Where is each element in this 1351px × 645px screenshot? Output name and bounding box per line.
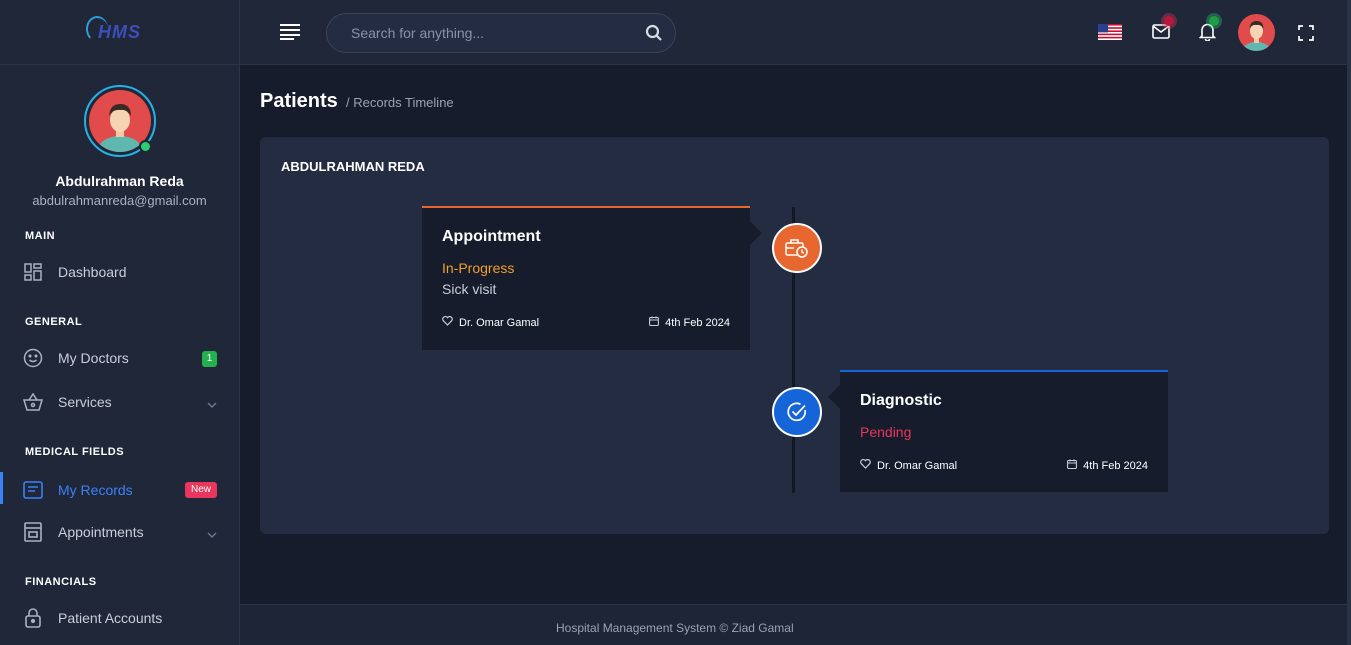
- sidebar-item-patient-accounts[interactable]: Patient Accounts: [0, 600, 239, 636]
- chevron-down-icon: [207, 526, 217, 542]
- us-flag-icon[interactable]: [1098, 24, 1122, 40]
- sidebar-item-my-records[interactable]: My Records New: [0, 472, 239, 508]
- search-bar: [326, 13, 676, 53]
- sidebar-item-label: Patient Accounts: [58, 610, 163, 626]
- section-financials: FINANCIALS: [25, 576, 97, 588]
- avatar[interactable]: [1238, 14, 1275, 51]
- section-main: MAIN: [25, 230, 56, 242]
- date-text: 4th Feb 2024: [665, 316, 730, 329]
- mail-icon[interactable]: [1152, 16, 1174, 44]
- check-circle-icon: [772, 387, 822, 437]
- entry-pointer: [828, 385, 840, 409]
- user-email: abdulrahmanreda@gmail.com: [32, 193, 207, 208]
- bell-notification-dot: [1209, 16, 1219, 26]
- timeline-entry-appointment[interactable]: Appointment In-Progress Sick visit Dr. O…: [422, 206, 750, 350]
- records-icon: [23, 480, 43, 500]
- date-text: 4th Feb 2024: [1083, 459, 1148, 472]
- lock-icon: [23, 608, 43, 628]
- basket-icon: [23, 392, 43, 412]
- patient-name-heading: ABDULRAHMAN REDA: [281, 159, 425, 174]
- sidebar-item-label: My Doctors: [58, 350, 129, 366]
- user-profile: Abdulrahman Reda abdulrahmanreda@gmail.c…: [0, 65, 239, 208]
- footer: Hospital Management System © Ziad Gamal: [240, 604, 1351, 645]
- sidebar-item-my-doctors[interactable]: My Doctors 1: [0, 340, 239, 376]
- page-title: Patients: [260, 90, 338, 112]
- section-medical-fields: MEDICAL FIELDS: [25, 446, 125, 458]
- entry-status: Pending: [860, 424, 912, 440]
- new-badge: New: [184, 482, 217, 498]
- timeline-entry-diagnostic[interactable]: Diagnostic Pending Dr. Omar Gamal 4th Fe…: [840, 370, 1168, 492]
- online-status-dot: [138, 140, 152, 153]
- search-icon[interactable]: [645, 24, 663, 47]
- section-general: GENERAL: [25, 316, 83, 328]
- footer-copyright: Hospital Management System © Ziad Gamal: [556, 621, 794, 635]
- sidebar-item-dashboard[interactable]: Dashboard: [0, 254, 239, 290]
- calendar-icon: [1067, 459, 1078, 472]
- smile-icon: [23, 348, 43, 368]
- entry-doctor: Dr. Omar Gamal: [442, 315, 540, 329]
- entry-status: In-Progress: [442, 260, 515, 276]
- chevron-down-icon: [207, 396, 217, 412]
- entry-description: Sick visit: [442, 281, 497, 297]
- entry-type: Diagnostic: [860, 392, 942, 409]
- doctors-count-badge: 1: [202, 351, 217, 367]
- calendar-icon: [649, 316, 660, 329]
- entry-pointer: [750, 221, 762, 245]
- entry-date: 4th Feb 2024: [1067, 459, 1148, 472]
- avatar[interactable]: [83, 85, 156, 157]
- heart-icon: [860, 458, 871, 472]
- topbar: [240, 0, 1351, 65]
- doctor-name: Dr. Omar Gamal: [877, 459, 958, 472]
- fullscreen-icon[interactable]: [1298, 25, 1314, 46]
- sidebar-item-label: Services: [58, 394, 112, 410]
- bell-icon[interactable]: [1198, 16, 1219, 46]
- sidebar-item-label: Appointments: [58, 524, 144, 540]
- doctor-name: Dr. Omar Gamal: [459, 316, 540, 329]
- sidebar-item-services[interactable]: Services: [0, 384, 239, 420]
- user-name: Abdulrahman Reda: [55, 173, 184, 189]
- logo-bar: HMS: [0, 0, 239, 65]
- calendar-box-icon: [23, 522, 43, 542]
- entry-date: 4th Feb 2024: [649, 316, 730, 329]
- records-timeline-card: ABDULRAHMAN REDA Appointment In-Progress…: [260, 137, 1329, 534]
- search-input[interactable]: [351, 25, 631, 41]
- app-logo[interactable]: HMS: [86, 15, 141, 43]
- sidebar-item-label: Dashboard: [58, 264, 127, 280]
- entry-doctor: Dr. Omar Gamal: [860, 458, 958, 472]
- dashboard-icon: [23, 262, 43, 282]
- mail-notification-dot: [1164, 16, 1174, 26]
- scrollbar[interactable]: [1347, 0, 1351, 645]
- sidebar: HMS Abdulrahman Reda abdulrahmanreda@gma…: [0, 0, 240, 645]
- sidebar-item-appointments[interactable]: Appointments: [0, 514, 239, 550]
- briefcase-clock-icon: [772, 223, 822, 273]
- breadcrumb[interactable]: / Records Timeline: [346, 95, 454, 110]
- menu-icon[interactable]: [279, 23, 301, 43]
- sidebar-item-label: My Records: [58, 482, 133, 498]
- entry-type: Appointment: [442, 228, 541, 245]
- heart-icon: [442, 315, 453, 329]
